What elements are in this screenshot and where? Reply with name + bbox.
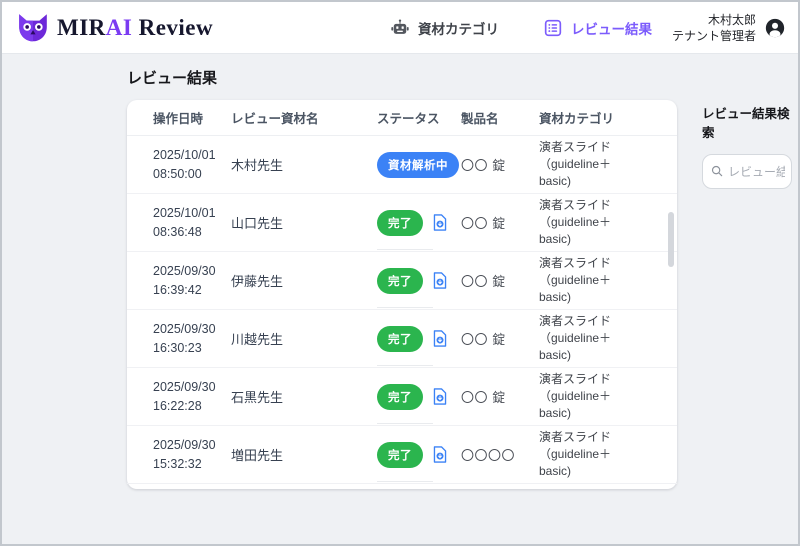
cell-material-name: 山口先生 [231,213,377,232]
status-badge: 完了 [377,210,423,236]
status-badge: 完了 [377,442,423,468]
cell-category: 演者スライド（guideline＋basic) [539,371,639,421]
status-badge: 資材解析中 [377,152,459,178]
cell-status: 完了 [377,268,461,294]
table-row: 2025/09/3015:32:32 増田先生 完了 〇〇〇〇 演者スライド（g… [127,426,677,484]
user-role: テナント管理者 [672,28,756,44]
cell-datetime: 2025/09/3016:30:23 [153,320,231,358]
download-file-icon[interactable] [432,271,448,290]
cell-product: 〇〇 錠 [461,329,539,348]
nav-review-results[interactable]: レビュー結果 [543,2,652,54]
owl-logo-icon [16,11,50,45]
download-file-icon[interactable] [432,329,448,348]
download-file-icon[interactable] [432,445,448,464]
col-header-status: ステータス [377,108,461,127]
cell-material-name: 石黒先生 [231,387,377,406]
cell-product: 〇〇 錠 [461,155,539,174]
table-scrollbar-thumb[interactable] [668,212,674,267]
cell-category: 演者スライド（guideline＋basic) [539,313,639,363]
cell-material-name: 川越先生 [231,329,377,348]
page-title: レビュー結果 [127,67,798,88]
cell-datetime: 2025/09/3015:32:32 [153,436,231,474]
cell-category: 演者スライド（guideline＋basic) [539,255,639,305]
cell-datetime: 2025/09/3016:39:42 [153,262,231,300]
list-icon [543,18,563,38]
cell-datetime: 2025/10/0108:50:00 [153,146,231,184]
status-badge: 完了 [377,326,423,352]
table-row: 2025/09/3016:39:42 伊藤先生 完了 〇〇 錠 演者スライド（g… [127,252,677,310]
cell-datetime: 2025/09/3016:22:28 [153,378,231,416]
app-header: MIRAI Review 資材カテゴリ [2,2,798,54]
cell-status: 完了 [377,384,461,410]
download-file-icon[interactable] [432,213,448,232]
cell-category: 演者スライド（guideline＋basic) [539,197,639,247]
col-header-datetime: 操作日時 [153,108,231,127]
download-file-icon[interactable] [432,387,448,406]
user-info: 木村太郎 テナント管理者 [672,12,756,44]
brand[interactable]: MIRAI Review [16,11,213,45]
table-header-row: 操作日時 レビュー資材名 ステータス 製品名 資材カテゴリ [127,100,677,136]
status-badge: 完了 [377,268,423,294]
cell-product: 〇〇 錠 [461,271,539,290]
cell-material-name: 木村先生 [231,155,377,174]
table-row: 2025/10/0108:50:00 木村先生 資材解析中 〇〇 錠 演者スライ… [127,136,677,194]
table-row: 2025/09/3016:30:23 川越先生 完了 〇〇 錠 演者スライド（g… [127,310,677,368]
cell-material-name: 伊藤先生 [231,271,377,290]
cell-datetime: 2025/10/0108:36:48 [153,204,231,242]
cell-status: 資材解析中 [377,152,461,178]
nav-material-category[interactable]: 資材カテゴリ [390,2,499,54]
cell-product: 〇〇〇〇 [461,445,539,464]
search-label: レビュー結果検索 [702,103,794,141]
user-block[interactable]: 木村太郎 テナント管理者 [672,2,786,54]
col-header-material-name: レビュー資材名 [231,108,377,127]
brand-title: MIRAI Review [57,15,213,41]
cell-category: 演者スライド（guideline＋basic) [539,429,639,479]
col-header-product: 製品名 [461,108,539,127]
main-content: レビュー結果 操作日時 レビュー資材名 ステータス 製品名 資材カテゴリ 202… [2,54,798,489]
search-box [702,154,794,189]
search-icon [710,164,724,178]
cell-status: 完了 [377,442,461,468]
results-table-card: 操作日時 レビュー資材名 ステータス 製品名 資材カテゴリ 2025/10/01… [127,100,677,489]
status-badge: 完了 [377,384,423,410]
user-name: 木村太郎 [672,12,756,28]
app-window: MIRAI Review 資材カテゴリ [0,0,800,546]
cell-product: 〇〇 錠 [461,213,539,232]
search-sidebar: レビュー結果検索 [702,100,794,189]
col-header-category: 資材カテゴリ [539,108,663,127]
cell-product: 〇〇 錠 [461,387,539,406]
cell-material-name: 増田先生 [231,445,377,464]
table-row: 2025/10/0108:36:48 山口先生 完了 〇〇 錠 演者スライド（g… [127,194,677,252]
nav-material-category-label: 資材カテゴリ [418,18,499,38]
cell-status: 完了 [377,326,461,352]
table-row: 2025/09/3016:22:28 石黒先生 完了 〇〇 錠 演者スライド（g… [127,368,677,426]
nav-review-results-label: レビュー結果 [571,18,652,38]
cell-category: 演者スライド（guideline＋basic) [539,139,639,189]
account-circle-icon[interactable] [764,17,786,39]
cell-status: 完了 [377,210,461,236]
robot-icon [390,18,410,38]
